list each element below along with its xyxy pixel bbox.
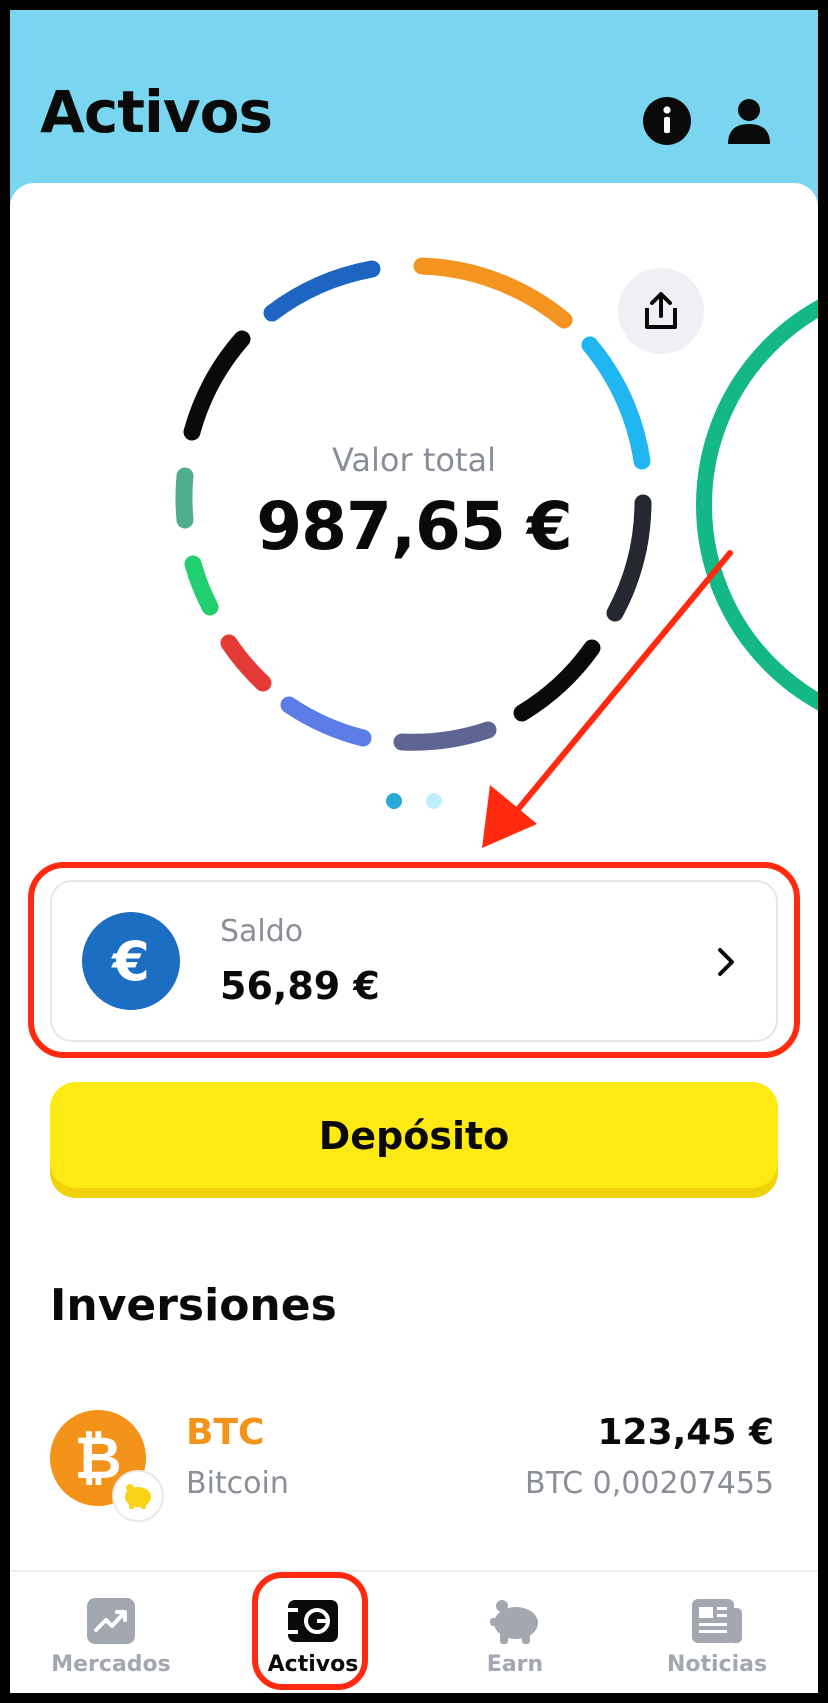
total-value-label: Valor total bbox=[332, 441, 496, 479]
deposit-button[interactable]: Depósito bbox=[50, 1082, 778, 1198]
page-title: Activos bbox=[40, 78, 273, 146]
nav-item-mercados[interactable]: Mercados bbox=[10, 1572, 212, 1693]
list-item[interactable]: ₿ BTC Bitcoin 123,45 € BTC 0,00207455 bbox=[10, 1400, 818, 1530]
asset-value: 123,45 € bbox=[597, 1412, 774, 1453]
share-icon bbox=[645, 292, 677, 329]
piggy-bank-icon bbox=[490, 1600, 538, 1644]
piggy-bank-icon bbox=[112, 1470, 164, 1522]
nav-label: Noticias bbox=[666, 1652, 768, 1677]
share-button[interactable] bbox=[618, 268, 704, 354]
annotation-highlight-balance bbox=[28, 862, 800, 1058]
ring-segment bbox=[513, 639, 601, 722]
chart-icon bbox=[87, 1598, 135, 1644]
asset-name: Bitcoin bbox=[186, 1466, 289, 1501]
ring-segment bbox=[263, 260, 381, 322]
user-icon[interactable] bbox=[724, 96, 774, 146]
carousel-pagination bbox=[10, 793, 818, 813]
ring-segment bbox=[183, 330, 251, 441]
nav-label: Earn bbox=[486, 1652, 544, 1677]
ring-segment bbox=[184, 555, 219, 616]
ring-segment bbox=[413, 257, 573, 329]
news-icon bbox=[692, 1599, 742, 1643]
nav-label: Mercados bbox=[51, 1652, 171, 1677]
annotation-highlight-nav bbox=[252, 1572, 368, 1690]
info-icon[interactable] bbox=[642, 96, 692, 146]
ring-segment bbox=[220, 634, 272, 692]
total-value: 987,65 € bbox=[256, 488, 573, 565]
portfolio-carousel[interactable]: Valor total 987,65 € bbox=[10, 183, 818, 809]
nav-item-noticias[interactable]: Noticias bbox=[616, 1572, 818, 1693]
app-header: Activos bbox=[10, 10, 818, 210]
asset-amount: BTC 0,00207455 bbox=[525, 1466, 774, 1501]
bottom-navigation: Mercados Activos Earn Noticias bbox=[10, 1570, 818, 1693]
asset-symbol: BTC bbox=[186, 1412, 265, 1453]
ring-segment bbox=[280, 696, 372, 747]
investments-title: Inversiones bbox=[50, 1280, 337, 1331]
nav-item-earn[interactable]: Earn bbox=[414, 1572, 616, 1693]
page-dot-active[interactable] bbox=[386, 793, 402, 809]
app-screen: Activos Valor total 987,65 € € Saldo 56,… bbox=[10, 10, 818, 1693]
page-dot[interactable] bbox=[426, 793, 442, 809]
ring-segment bbox=[393, 721, 497, 751]
